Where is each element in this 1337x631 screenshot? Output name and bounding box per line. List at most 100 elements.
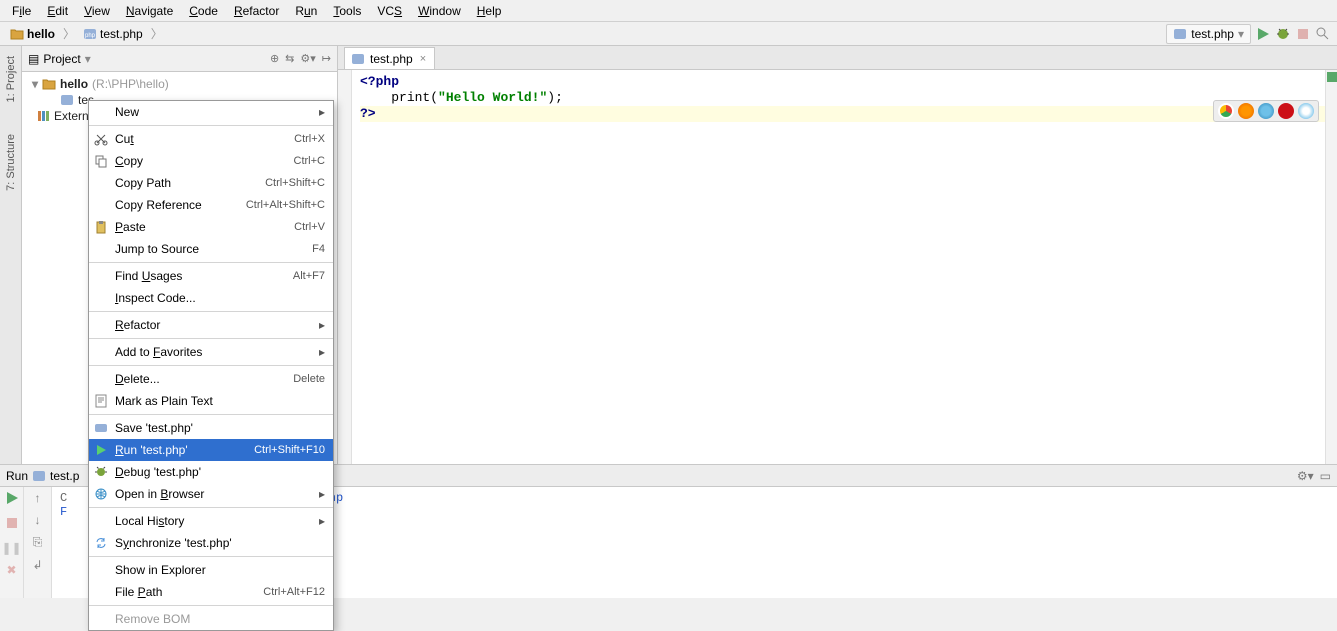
output-prefix: C — [60, 491, 67, 505]
tree-root[interactable]: ▾ hello (R:\PHP\hello) — [22, 76, 337, 92]
hide-icon[interactable]: ↦ — [322, 52, 331, 65]
menu-navigate[interactable]: Navigate — [118, 2, 181, 20]
menu-item-copy-path[interactable]: Copy PathCtrl+Shift+C — [89, 172, 333, 194]
menu-item-refactor[interactable]: Refactor▸ — [89, 314, 333, 336]
project-panel-header: ▤ Project ▾ ⊕ ⇆ ⚙▾ ↦ — [22, 46, 337, 72]
close-icon[interactable]: × — [418, 53, 428, 65]
opera-icon[interactable] — [1278, 103, 1294, 119]
editor-tab[interactable]: test.php × — [344, 47, 435, 69]
menu-item-synchronize-test-php[interactable]: Synchronize 'test.php' — [89, 532, 333, 554]
menu-view[interactable]: View — [76, 2, 118, 20]
expand-icon: ▾ — [32, 77, 38, 91]
editor-tab-label: test.php — [370, 52, 413, 66]
menu-item-inspect-code[interactable]: Inspect Code... — [89, 287, 333, 309]
text-icon — [93, 393, 109, 409]
blank-icon — [93, 611, 109, 627]
blank-icon — [93, 175, 109, 191]
menu-item-shortcut: Ctrl+Alt+F12 — [263, 586, 325, 598]
menu-item-label: File Path — [115, 585, 257, 599]
firefox-icon[interactable] — [1238, 103, 1254, 119]
menu-item-mark-as-plain-text[interactable]: Mark as Plain Text — [89, 390, 333, 412]
menu-item-label: Copy Reference — [115, 198, 240, 212]
run-tool-sidebar-1: ❚❚ ✖ — [0, 487, 24, 598]
crumb-file[interactable]: php test.php — [79, 26, 147, 42]
close-icon[interactable]: ✖ — [6, 563, 16, 577]
menu-item-save-test-php[interactable]: Save 'test.php' — [89, 417, 333, 439]
submenu-arrow-icon: ▸ — [319, 514, 325, 528]
safari-icon[interactable] — [1258, 103, 1274, 119]
menu-item-label: Delete... — [115, 372, 287, 386]
menu-item-show-in-explorer[interactable]: Show in Explorer — [89, 559, 333, 581]
tree-root-path: (R:\PHP\hello) — [92, 77, 169, 91]
crumb-file-label: test.php — [100, 27, 143, 41]
browser-chooser — [1213, 100, 1319, 122]
run-config-dropdown[interactable]: test.php ▾ — [1166, 24, 1251, 44]
folder-icon — [10, 27, 24, 41]
menu-vcs[interactable]: VCS — [369, 2, 410, 20]
stop-button[interactable] — [1295, 26, 1311, 42]
menu-separator — [89, 414, 333, 415]
chevron-down-icon: ▾ — [1238, 27, 1244, 41]
export-icon[interactable]: ⎘ — [33, 535, 43, 550]
debug-icon — [93, 464, 109, 480]
php-icon — [60, 93, 74, 107]
menu-item-label: Save 'test.php' — [115, 421, 325, 435]
menu-help[interactable]: Help — [469, 2, 510, 20]
menu-run[interactable]: Run — [287, 2, 325, 20]
menu-item-copy[interactable]: CopyCtrl+C — [89, 150, 333, 172]
menu-window[interactable]: Window — [410, 2, 469, 20]
menu-edit[interactable]: Edit — [39, 2, 76, 20]
gear-icon[interactable]: ⚙▾ — [300, 52, 315, 65]
search-icon[interactable] — [1315, 26, 1331, 42]
output-link: F — [60, 505, 67, 519]
menu-item-delete[interactable]: Delete... Delete — [89, 368, 333, 390]
pause-icon[interactable]: ❚❚ — [1, 541, 21, 555]
tab-project[interactable]: 1: Project — [3, 50, 19, 108]
menu-item-run-test-php[interactable]: Run 'test.php'Ctrl+Shift+F10 — [89, 439, 333, 461]
menu-item-cut[interactable]: CutCtrl+X — [89, 128, 333, 150]
editor-tabs: test.php × — [338, 46, 1337, 70]
menu-item-file-path[interactable]: File Path Ctrl+Alt+F12 — [89, 581, 333, 603]
menu-item-add-to-favorites[interactable]: Add to Favorites▸ — [89, 341, 333, 363]
collapse-icon[interactable]: ⇆ — [285, 52, 294, 65]
autoscroll-icon[interactable]: ⊕ — [270, 52, 279, 65]
menu-file[interactable]: File — [4, 2, 39, 20]
menu-tools[interactable]: Tools — [325, 2, 369, 20]
code-l3: ?> — [360, 106, 376, 121]
menu-item-new[interactable]: New▸ — [89, 101, 333, 123]
menu-item-find-usages[interactable]: Find UsagesAlt+F7 — [89, 265, 333, 287]
menu-refactor[interactable]: Refactor — [226, 2, 287, 20]
menu-separator — [89, 556, 333, 557]
menu-item-debug-test-php[interactable]: Debug 'test.php' — [89, 461, 333, 483]
menu-item-shortcut: F4 — [312, 243, 325, 255]
chevron-down-icon[interactable]: ▾ — [85, 52, 91, 66]
stop-icon[interactable] — [5, 516, 19, 533]
run-button[interactable] — [1255, 26, 1271, 42]
wrap-icon[interactable]: ↲ — [32, 558, 42, 572]
debug-button[interactable] — [1275, 26, 1291, 42]
chrome-icon[interactable] — [1218, 103, 1234, 119]
menu-item-label: Jump to Source — [115, 242, 306, 256]
menu-item-local-history[interactable]: Local History▸ — [89, 510, 333, 532]
menu-item-jump-to-source[interactable]: Jump to Source F4 — [89, 238, 333, 260]
hide-icon[interactable]: ▭ — [1320, 469, 1331, 483]
gear-icon[interactable]: ⚙▾ — [1297, 469, 1314, 483]
svg-text:php: php — [85, 33, 96, 39]
down-icon[interactable]: ↓ — [35, 513, 41, 527]
menu-item-paste[interactable]: PasteCtrl+V — [89, 216, 333, 238]
menu-item-label: Copy — [115, 154, 288, 168]
menu-code[interactable]: Code — [181, 2, 226, 20]
menu-item-label: Mark as Plain Text — [115, 394, 325, 408]
menu-item-open-in-browser[interactable]: Open in Browser▸ — [89, 483, 333, 505]
ie-icon[interactable] — [1298, 103, 1314, 119]
tab-structure[interactable]: 7: Structure — [3, 128, 19, 197]
menu-item-label: Open in Browser — [115, 487, 313, 501]
php-icon — [93, 420, 109, 436]
rerun-icon[interactable] — [5, 491, 19, 508]
menu-item-copy-reference[interactable]: Copy ReferenceCtrl+Alt+Shift+C — [89, 194, 333, 216]
blank-icon — [93, 317, 109, 333]
crumb-root[interactable]: hello — [6, 26, 59, 42]
menu-item-shortcut: Delete — [293, 373, 325, 385]
up-icon[interactable]: ↑ — [35, 491, 41, 505]
menu-item-label: Show in Explorer — [115, 563, 325, 577]
